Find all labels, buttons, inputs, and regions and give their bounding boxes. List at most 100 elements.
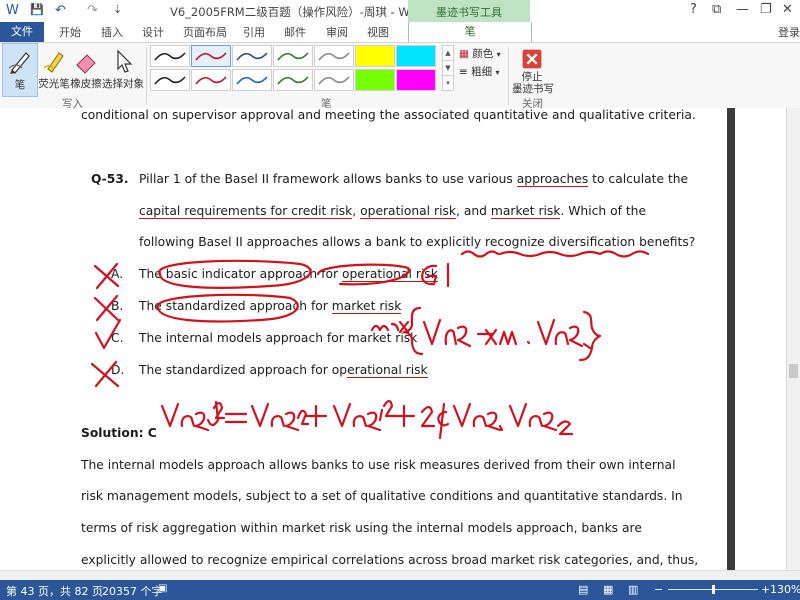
vertical-scrollbar[interactable] xyxy=(786,108,800,580)
eraser-button-label: 橡皮擦 xyxy=(70,78,102,90)
option-letter: A. xyxy=(111,267,124,281)
pen-style-swatch[interactable] xyxy=(232,45,272,67)
group-divider xyxy=(508,47,509,105)
tab-mailings[interactable]: 邮件 xyxy=(284,24,306,40)
tab-view[interactable]: 视图 xyxy=(367,24,389,40)
select-objects-button[interactable]: 选择对象 xyxy=(102,43,144,95)
highlighter-button-label: 荧光笔 xyxy=(38,78,70,90)
document-area[interactable]: conditional on supervisor approval and m… xyxy=(0,108,800,580)
ink-tools-context-header: 墨迹书写工具 xyxy=(408,0,530,22)
option-letter: C. xyxy=(111,331,124,345)
pen-style-swatch[interactable] xyxy=(273,45,313,67)
pen-style-swatch[interactable] xyxy=(150,69,190,91)
option-text-underlined: erational risk xyxy=(347,363,428,378)
eraser-button[interactable]: 橡皮擦 xyxy=(70,43,102,95)
pen-style-swatch[interactable] xyxy=(150,45,190,67)
save-icon[interactable]: 💾 xyxy=(30,3,44,16)
pen-stroke-preview xyxy=(318,76,350,85)
pen-style-swatch[interactable] xyxy=(396,69,436,91)
scrollbar-thumb[interactable] xyxy=(789,364,798,378)
pen-stroke-preview xyxy=(236,76,268,85)
login-link[interactable]: 登录 xyxy=(778,24,800,40)
ink-annotation-var xyxy=(536,318,592,350)
zoom-in-icon[interactable]: + xyxy=(761,583,770,596)
tab-file[interactable]: 文件 xyxy=(0,22,44,42)
question-text-underlined: operational risk xyxy=(360,204,457,219)
tab-page-layout[interactable]: 页面布局 xyxy=(183,24,227,40)
pen-style-swatch[interactable] xyxy=(314,69,354,91)
previous-paragraph-line: conditional on supervisor approval and m… xyxy=(81,108,696,122)
option-text: The xyxy=(139,299,166,313)
close-icon[interactable]: ✕ xyxy=(782,2,793,17)
pen-color-label: 颜色 xyxy=(472,48,494,60)
zoom-slider-thumb[interactable] xyxy=(712,585,715,594)
redo-icon[interactable]: ↷ xyxy=(87,3,98,18)
undo-icon[interactable]: ↶ xyxy=(55,3,66,18)
tab-insert[interactable]: 插入 xyxy=(101,24,123,40)
chevron-down-icon: ▾ xyxy=(496,50,501,59)
pen-style-swatch[interactable] xyxy=(273,69,313,91)
ink-formula xyxy=(437,402,450,440)
read-mode-icon[interactable]: ▤ xyxy=(578,583,588,596)
ink-formula xyxy=(452,402,504,432)
proofing-icon[interactable]: ▣ xyxy=(158,583,167,594)
word-count[interactable]: 20357 个字 xyxy=(102,583,163,599)
pen-style-swatch[interactable] xyxy=(355,45,395,67)
customize-toolbar-icon[interactable]: ⇣ xyxy=(113,3,122,16)
solution-heading: Solution: C xyxy=(81,426,157,440)
question-text: , and xyxy=(456,204,491,218)
pen-style-swatch[interactable] xyxy=(314,45,354,67)
pen-stroke-preview xyxy=(195,76,227,85)
status-bar: 第 43 页，共 82 页 20357 个字 ▣ ▤ ▦ ▥ − + 130% xyxy=(0,580,800,600)
page-shadow-edge xyxy=(727,108,735,580)
pen-stroke-preview xyxy=(318,52,350,61)
eraser-icon xyxy=(76,54,96,74)
pen-button[interactable]: 笔 xyxy=(2,43,38,97)
solution-paragraph-line: explicitly allowed to recognize empirica… xyxy=(81,553,699,567)
option-text-underlined: market risk xyxy=(331,299,402,314)
pen-stroke-preview xyxy=(154,52,186,61)
ink-wavy-underline xyxy=(498,250,602,258)
palette-icon: ▦ xyxy=(459,48,469,60)
gallery-more-icon[interactable]: ▾ xyxy=(442,75,454,91)
pen-style-swatch[interactable] xyxy=(355,69,395,91)
option-text: for xyxy=(307,299,332,313)
highlighter-button[interactable]: 荧光笔 xyxy=(38,43,70,95)
option-letter: D. xyxy=(111,363,125,377)
pen-style-swatch[interactable] xyxy=(232,69,272,91)
stop-inking-button[interactable]: 停止 墨迹书写 xyxy=(512,43,554,95)
pen-color-dropdown[interactable]: ▦ 颜色 ▾ xyxy=(459,46,501,61)
gallery-down-icon[interactable]: ▼ xyxy=(442,60,454,76)
title-bar: W 💾 ↶ ↷ ⇣ V6_2005FRM二级百题（操作风险）-周琪 - Word… xyxy=(0,0,800,23)
option-text: The standardized approach for op xyxy=(139,363,348,377)
tab-references[interactable]: 引用 xyxy=(243,24,265,40)
gallery-up-icon[interactable]: ▲ xyxy=(442,45,454,61)
pen-weight-dropdown[interactable]: ≡ 粗细 ▾ xyxy=(459,64,500,79)
zoom-out-icon[interactable]: − xyxy=(654,583,663,596)
tab-pen[interactable]: 笔 xyxy=(408,22,532,42)
minimize-icon[interactable]: — xyxy=(736,2,749,17)
web-layout-icon[interactable]: ▥ xyxy=(628,583,638,596)
option-c-text: The internal models approach for market … xyxy=(139,331,417,345)
zoom-level[interactable]: 130% xyxy=(770,583,800,596)
tab-home[interactable]: 开始 xyxy=(59,24,81,40)
tab-design[interactable]: 设计 xyxy=(142,24,164,40)
ink-annotation-var xyxy=(422,318,531,348)
pen-style-swatch[interactable] xyxy=(191,69,231,91)
cursor-arrow-icon xyxy=(117,49,133,73)
restore-icon[interactable]: ❐ xyxy=(760,2,772,17)
question-text-underlined: approaches xyxy=(516,172,589,187)
question-text: . Which of the xyxy=(560,204,647,218)
ink-wavy-underline xyxy=(460,250,500,258)
ribbon-display-icon[interactable]: ⧉ xyxy=(712,2,721,17)
stop-x-icon xyxy=(522,49,542,69)
tab-review[interactable]: 审阅 xyxy=(326,24,348,40)
help-icon[interactable]: ? xyxy=(690,2,697,17)
pen-style-swatch[interactable] xyxy=(191,45,231,67)
pen-style-swatch[interactable] xyxy=(396,45,436,67)
print-layout-icon[interactable]: ▦ xyxy=(603,583,613,596)
page-counter[interactable]: 第 43 页，共 82 页 xyxy=(6,583,103,599)
question-line-3: following Basel II approaches allows a b… xyxy=(139,235,696,249)
ink-brace xyxy=(578,310,602,362)
question-text-underlined: capital requirements for credit risk xyxy=(139,204,353,219)
